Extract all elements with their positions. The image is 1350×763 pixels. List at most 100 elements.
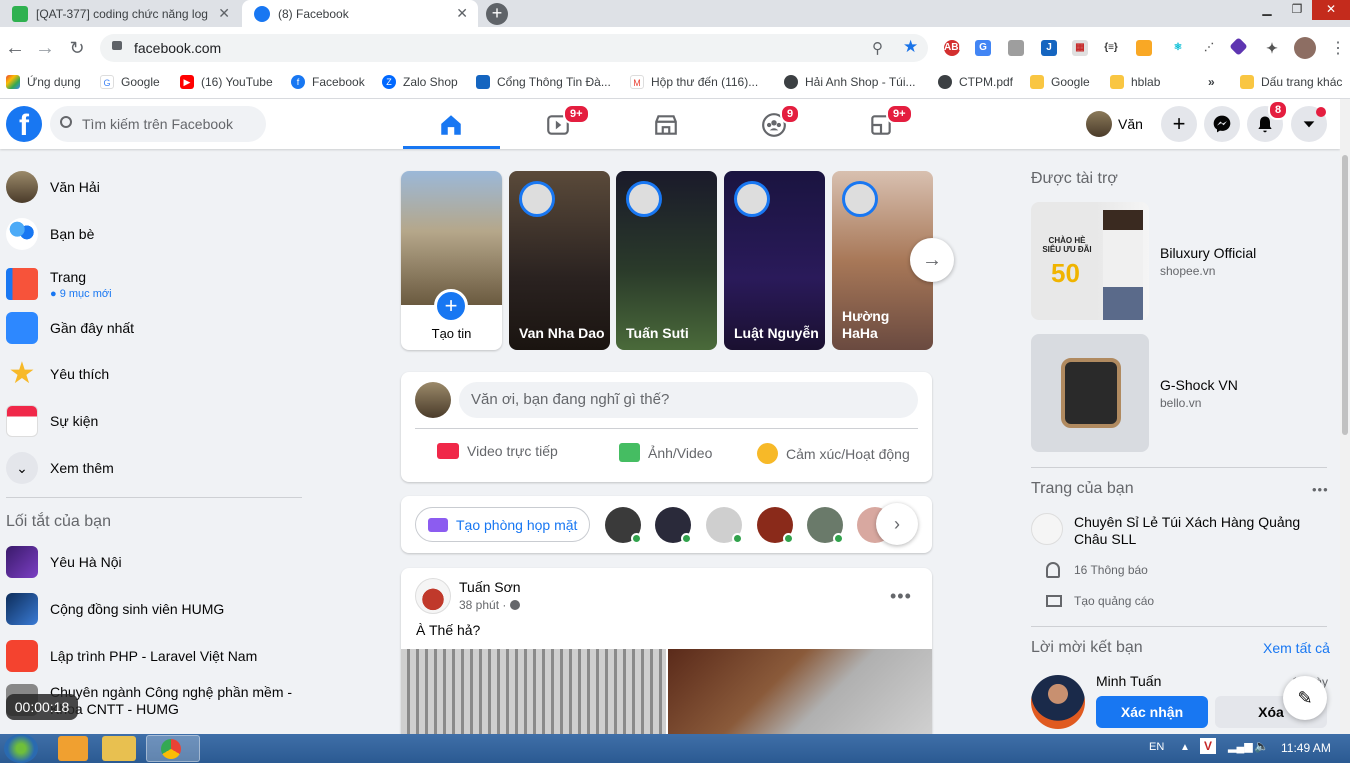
close-tab-icon[interactable]: ✕ (456, 5, 468, 22)
see-all-link[interactable]: Xem tất cả (1263, 640, 1330, 656)
sidebar-item-friends[interactable]: Bạn bè (6, 214, 94, 254)
post-options-icon[interactable]: ••• (890, 586, 912, 607)
lock-icon[interactable] (112, 41, 122, 50)
adblock-icon[interactable]: ABP (944, 40, 965, 56)
clock-time[interactable]: 11:49 AM (1281, 741, 1331, 755)
browser-tab-facebook[interactable]: (8) Facebook ✕ (242, 0, 478, 27)
contact-avatar[interactable] (757, 507, 794, 544)
translate-icon[interactable]: G (975, 40, 991, 56)
page-notifications-link[interactable]: 16 Thông báo (1046, 562, 1148, 578)
stories-next-button[interactable]: → (910, 238, 954, 282)
address-bar[interactable]: facebook.com (100, 34, 928, 62)
tab-groups[interactable] (726, 103, 822, 147)
shortcut-php-laravel[interactable]: Lập trình PHP - Laravel Việt Nam (6, 636, 257, 676)
profile-chip[interactable]: Văn (1086, 111, 1143, 137)
taskbar-app-explorer[interactable] (102, 736, 136, 761)
avatar[interactable] (1031, 675, 1085, 729)
bookmark-folder-hblab[interactable]: hblab (1110, 72, 1160, 92)
tab-watch[interactable] (510, 103, 606, 147)
extension-dots-icon[interactable]: ⋰ (1201, 40, 1217, 56)
json-icon[interactable]: {≡} (1103, 40, 1119, 56)
new-message-button[interactable]: ✎ (1283, 676, 1327, 720)
feeling-activity-button[interactable]: Cảm xúc/Hoạt động (757, 443, 910, 464)
extensions-puzzle-icon[interactable]: ✦ (1264, 40, 1280, 56)
ad-image-biluxury[interactable]: CHÀO HÈ SIÊU ƯU ĐÃI 50 (1031, 202, 1149, 320)
bookmark-zalo[interactable]: Z Zalo Shop (382, 72, 458, 92)
extension-yellow-icon[interactable] (1136, 40, 1152, 56)
tray-expand-icon[interactable]: ▲ (1180, 742, 1190, 753)
composer-input[interactable]: Văn ơi, bạn đang nghĩ gì thế? (459, 382, 918, 418)
contact-avatar[interactable] (807, 507, 844, 544)
sidebar-item-events[interactable]: Sự kiện (6, 401, 98, 441)
sidebar-item-profile[interactable]: Văn Hải (6, 167, 100, 207)
taskbar-app-chrome[interactable] (146, 735, 200, 762)
rooms-next-button[interactable]: › (876, 503, 918, 545)
tab-home[interactable] (403, 103, 499, 147)
contact-avatar[interactable] (605, 507, 642, 544)
bookmark-google[interactable]: G Google (100, 72, 160, 92)
confirm-button[interactable]: Xác nhận (1096, 696, 1208, 728)
pages-options-icon[interactable]: ••• (1312, 482, 1329, 497)
profile-avatar-icon[interactable] (1294, 37, 1316, 59)
ad-name[interactable]: G-Shock VN (1160, 377, 1238, 393)
calendar-icon[interactable]: ▦ (1072, 40, 1088, 56)
menu-kebab-icon[interactable]: ⋮ (1330, 38, 1346, 58)
tab-gaming[interactable] (833, 103, 929, 147)
minimize-icon[interactable]: ▁ (1252, 0, 1282, 20)
language-indicator[interactable]: EN (1149, 741, 1164, 753)
live-video-button[interactable]: Video trực tiếp (437, 443, 558, 459)
shortcut-yeu-ha-noi[interactable]: Yêu Hà Nội (6, 542, 122, 582)
tab-marketplace[interactable] (618, 103, 714, 147)
new-tab-button[interactable]: + (486, 3, 508, 25)
ad-image-gshock[interactable] (1031, 334, 1149, 452)
bookmark-facebook[interactable]: f Facebook (291, 72, 365, 92)
start-button[interactable] (4, 734, 38, 763)
bookmark-apps[interactable]: Ứng dụng (6, 72, 81, 92)
sidebar-item-pages[interactable]: Trang ● 9 mục mới (6, 262, 112, 306)
bookmark-ctpm[interactable]: CTPM.pdf (938, 72, 1013, 92)
sidebar-item-see-more[interactable]: ⌄ Xem thêm (6, 448, 114, 488)
create-room-button[interactable]: Tạo phòng họp mặt (415, 507, 591, 542)
browser-tab-qat[interactable]: [QAT-377] coding chức năng log ✕ (0, 0, 240, 27)
page-scrollbar[interactable] (1340, 99, 1350, 734)
page-name[interactable]: Chuyên Sỉ Lẻ Túi Xách Hàng Quảng Châu SL… (1074, 514, 1330, 548)
bookmarks-more[interactable]: » (1208, 72, 1215, 92)
bookmark-youtube[interactable]: ▶ (16) YouTube (180, 72, 273, 92)
request-name[interactable]: Minh Tuấn (1096, 673, 1161, 689)
close-tab-icon[interactable]: ✕ (218, 5, 230, 22)
story-card[interactable]: Luật Nguyễn (724, 171, 825, 350)
facebook-logo-icon[interactable]: f (6, 106, 42, 142)
bookmark-other[interactable]: Dấu trang khác (1240, 72, 1342, 92)
page-avatar[interactable] (1031, 513, 1063, 545)
avatar[interactable] (415, 578, 451, 614)
back-icon[interactable]: ← (4, 38, 26, 58)
sidebar-item-favorites[interactable]: ★ Yêu thích (6, 354, 110, 394)
messenger-button[interactable] (1204, 106, 1240, 142)
reload-icon[interactable]: ↻ (66, 38, 88, 58)
scrollbar-thumb[interactable] (1342, 155, 1348, 435)
photo-video-button[interactable]: Ảnh/Video (619, 443, 712, 462)
bookmark-haianh-shop[interactable]: Hải Anh Shop - Túi... (784, 72, 916, 92)
bookmark-folder-google[interactable]: Google (1030, 72, 1090, 92)
bookmark-star-icon[interactable]: ★ (903, 37, 918, 57)
bookmark-portal[interactable]: Cổng Thông Tin Đà... (476, 72, 611, 92)
forward-icon[interactable]: → (34, 38, 56, 58)
create-story-card[interactable]: + Tạo tin (401, 171, 502, 350)
tray-app-icon[interactable]: V (1200, 738, 1216, 754)
restore-icon[interactable]: ❐ (1282, 0, 1312, 20)
post-time[interactable]: 38 phút · (459, 598, 506, 612)
shortcut-humg[interactable]: Cộng đồng sinh viên HUMG (6, 589, 224, 629)
network-icon[interactable]: ▂▄▆ (1228, 740, 1253, 753)
zoom-icon[interactable]: ⚲ (872, 39, 883, 57)
story-card[interactable]: Van Nha Dao (509, 171, 610, 350)
extension-j-icon[interactable]: J (1041, 40, 1057, 56)
post-author[interactable]: Tuấn Sơn (459, 579, 521, 595)
sidebar-item-recent[interactable]: Gần đây nhất (6, 308, 134, 348)
volume-icon[interactable]: 🔈 (1254, 739, 1269, 753)
contact-avatar[interactable] (655, 507, 692, 544)
react-icon[interactable]: ⚛ (1170, 40, 1186, 56)
create-button[interactable]: + (1161, 106, 1197, 142)
taskbar-app-xampp[interactable] (58, 736, 88, 761)
close-window-icon[interactable]: ✕ (1312, 0, 1350, 20)
bookmark-gmail[interactable]: M Hộp thư đến (116)... (630, 72, 758, 92)
